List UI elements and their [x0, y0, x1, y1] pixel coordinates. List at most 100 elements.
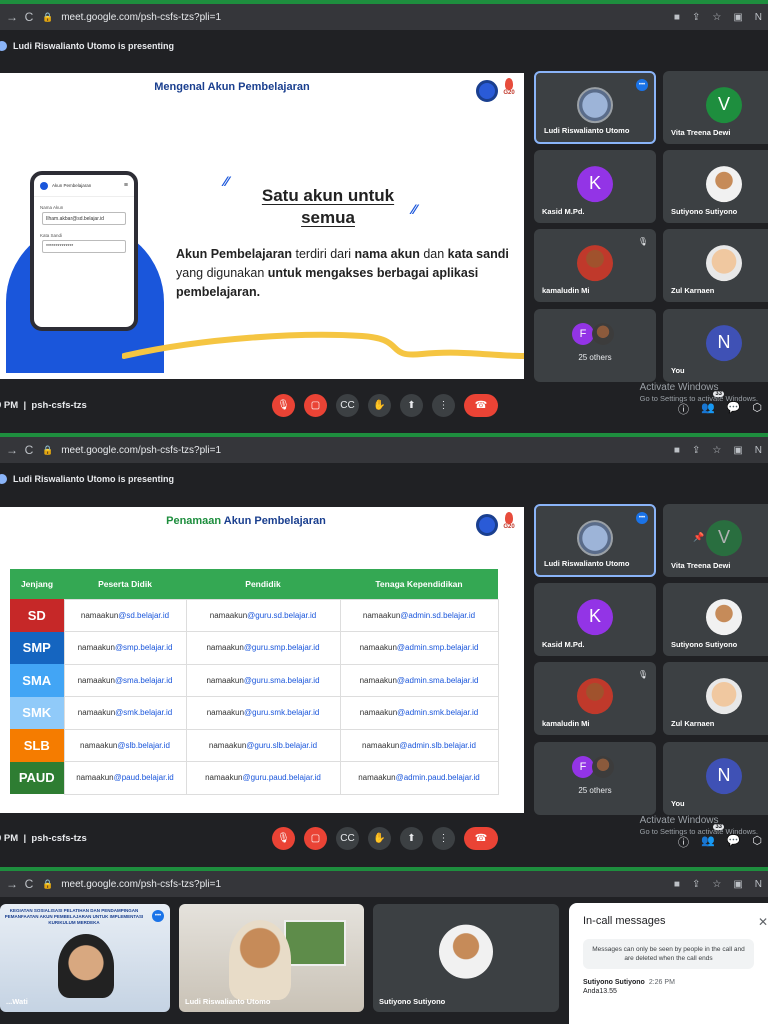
participant-tile[interactable]: Zul Karnaen	[663, 662, 768, 735]
header-tenaga-kependidikan: Tenaga Kependidikan	[340, 569, 498, 599]
captions-button[interactable]: CC	[336, 826, 359, 850]
account-domain: @guru.smp.belajar.id	[243, 643, 320, 653]
reload-icon[interactable]: C	[24, 443, 34, 457]
people-icon[interactable]: 👥	[701, 834, 715, 850]
screenshot-3: → C 🔒 meet.google.com/psh-csfs-tzs?pli=1…	[0, 867, 768, 1024]
camera-toggle-button[interactable]: ▢	[304, 393, 327, 417]
share-icon[interactable]: ⇪	[692, 879, 700, 890]
participant-tile-self[interactable]: N You	[663, 309, 768, 382]
participant-tile[interactable]: ••• Ludi Riswalianto Utomo	[534, 71, 656, 144]
more-options-button[interactable]: ⋮	[432, 393, 455, 417]
avatar: K	[577, 165, 613, 202]
lock-icon[interactable]: 🔒	[42, 12, 53, 23]
avatar	[706, 165, 742, 202]
presenting-text: Ludi Riswalianto Utomo is presenting	[13, 41, 175, 51]
phone-input-name: Ilham.akbar@sd.belajar.id	[42, 212, 126, 225]
meeting-info: 0 PM | psh-csfs-tzs	[0, 832, 87, 844]
table-row: SMK namaakun@smk.belajar.id namaakun@guru.…	[10, 696, 499, 730]
participant-tile[interactable]: Zul Karnaen	[663, 229, 768, 302]
participant-tile[interactable]: V 📌 ⊖ Vita Treena Dewi	[663, 504, 768, 577]
camera-icon[interactable]: ■	[674, 445, 680, 456]
people-icon[interactable]: 👥	[701, 401, 715, 417]
share-icon[interactable]: ⇪	[692, 12, 700, 23]
participant-tile[interactable]: Sutiyono Sutiyono	[663, 583, 768, 656]
video-tile[interactable]: Ludi Riswalianto Utomo	[179, 904, 364, 1012]
participant-tile[interactable]: 🎙 kamaludin Mi	[534, 229, 656, 302]
participant-tile[interactable]: K Kasid M.Pd.	[534, 150, 656, 223]
reload-icon[interactable]: C	[24, 877, 34, 891]
captions-button[interactable]: CC	[336, 393, 359, 417]
reload-icon[interactable]: C	[24, 10, 34, 24]
staff-email-cell: namaakun@admin.sma.belajar.id	[339, 663, 499, 697]
student-email-cell: namaakun@slb.belajar.id	[63, 728, 187, 762]
url-text[interactable]: meet.google.com/psh-csfs-tzs?pli=1	[61, 12, 221, 23]
participant-tile[interactable]: V Vita Treena Dewi	[663, 71, 768, 144]
lock-icon[interactable]: 🔒	[42, 879, 53, 890]
participant-tile[interactable]: ••• Ludi Riswalianto Utomo	[534, 504, 656, 577]
browser-address-bar[interactable]: → C 🔒 meet.google.com/psh-csfs-tzs?pli=1…	[0, 871, 768, 897]
participant-tile-self[interactable]: N You	[663, 742, 768, 815]
account-name: namaakun	[206, 675, 244, 685]
url-text[interactable]: meet.google.com/psh-csfs-tzs?pli=1	[61, 445, 221, 456]
activities-icon[interactable]: ⬡	[752, 401, 762, 417]
window-icon[interactable]: ▣	[733, 879, 742, 890]
url-text[interactable]: meet.google.com/psh-csfs-tzs?pli=1	[61, 879, 221, 890]
bookmark-icon[interactable]: ☆	[712, 12, 721, 23]
bookmark-icon[interactable]: ☆	[712, 879, 721, 890]
back-icon[interactable]: →	[6, 10, 18, 24]
share-icon[interactable]: ⇪	[692, 445, 700, 456]
participant-tile[interactable]: 🎙 kamaludin Mi	[534, 662, 656, 735]
table-header-row: Jenjang Peserta Didik Pendidik Tenaga Ke…	[10, 569, 498, 599]
phone-header: Akun Pembelajaran ≡	[34, 175, 134, 197]
video-tile[interactable]: KEGIATAN SOSIALISASI PELATIHAN DAN PENDA…	[0, 904, 170, 1012]
speaking-icon: •••	[636, 79, 648, 91]
profile-icon[interactable]: N	[755, 879, 762, 890]
presentation-slide: Penamaan Akun Pembelajaran G20 Jenjang P…	[0, 507, 524, 813]
staff-email-cell: namaakun@admin.smp.belajar.id	[339, 631, 499, 665]
back-icon[interactable]: →	[6, 443, 18, 457]
camera-icon[interactable]: ■	[674, 879, 680, 890]
browser-address-bar[interactable]: → C 🔒 meet.google.com/psh-csfs-tzs?pli=1…	[0, 4, 768, 30]
close-icon[interactable]: ✕	[758, 915, 768, 929]
camera-toggle-button[interactable]: ▢	[304, 826, 327, 850]
activities-icon[interactable]: ⬡	[752, 834, 762, 850]
present-button[interactable]: ⬆	[400, 826, 423, 850]
window-icon[interactable]: ▣	[733, 12, 742, 23]
more-options-button[interactable]: ⋮	[432, 826, 455, 850]
participant-name: ...Wati	[6, 997, 28, 1006]
profile-icon[interactable]: N	[755, 12, 762, 23]
back-icon[interactable]: →	[6, 877, 18, 891]
pin-icon[interactable]: 📌	[693, 532, 704, 543]
lock-icon[interactable]: 🔒	[42, 445, 53, 456]
level-cell: SMK	[10, 696, 64, 729]
profile-icon[interactable]: N	[755, 445, 762, 456]
participant-name: Zul Karnaen	[671, 286, 715, 295]
staff-email-cell: namaakun@admin.paud.belajar.id	[339, 761, 499, 795]
student-email-cell: namaakun@paud.belajar.id	[63, 761, 187, 795]
camera-icon[interactable]: ■	[674, 12, 680, 23]
video-tile[interactable]: Sutiyono Sutiyono	[373, 904, 559, 1012]
browser-address-bar[interactable]: → C 🔒 meet.google.com/psh-csfs-tzs?pli=1…	[0, 437, 768, 463]
mic-toggle-button[interactable]: 🎙	[272, 393, 295, 417]
chat-icon[interactable]: 💬	[727, 834, 741, 850]
table-row: SMA namaakun@sma.belajar.id namaakun@guru.…	[10, 663, 499, 697]
mic-off-icon: 🎙	[637, 237, 648, 246]
participant-tile-others[interactable]: F 25 others	[534, 309, 656, 382]
info-icon[interactable]: ⓘ	[678, 834, 689, 850]
participant-tile[interactable]: Sutiyono Sutiyono	[663, 150, 768, 223]
leave-call-button[interactable]: ☎	[464, 393, 498, 417]
raise-hand-button[interactable]: ✋	[368, 393, 391, 417]
chat-icon[interactable]: 💬	[727, 401, 741, 417]
bookmark-icon[interactable]: ☆	[712, 445, 721, 456]
participant-tile-others[interactable]: F 25 others	[534, 742, 656, 815]
present-button[interactable]: ⬆	[400, 393, 423, 417]
mic-toggle-button[interactable]: 🎙	[272, 826, 295, 850]
window-icon[interactable]: ▣	[733, 445, 742, 456]
participant-tile[interactable]: K Kasid M.Pd.	[534, 583, 656, 656]
phone-label-pass: Kata Sandi	[40, 233, 63, 238]
raise-hand-button[interactable]: ✋	[368, 826, 391, 850]
participant-name: Sutiyono Sutiyono	[671, 207, 738, 216]
leave-call-button[interactable]: ☎	[464, 826, 498, 850]
info-icon[interactable]: ⓘ	[678, 401, 689, 417]
staff-email-cell: namaakun@admin.slb.belajar.id	[339, 728, 499, 762]
